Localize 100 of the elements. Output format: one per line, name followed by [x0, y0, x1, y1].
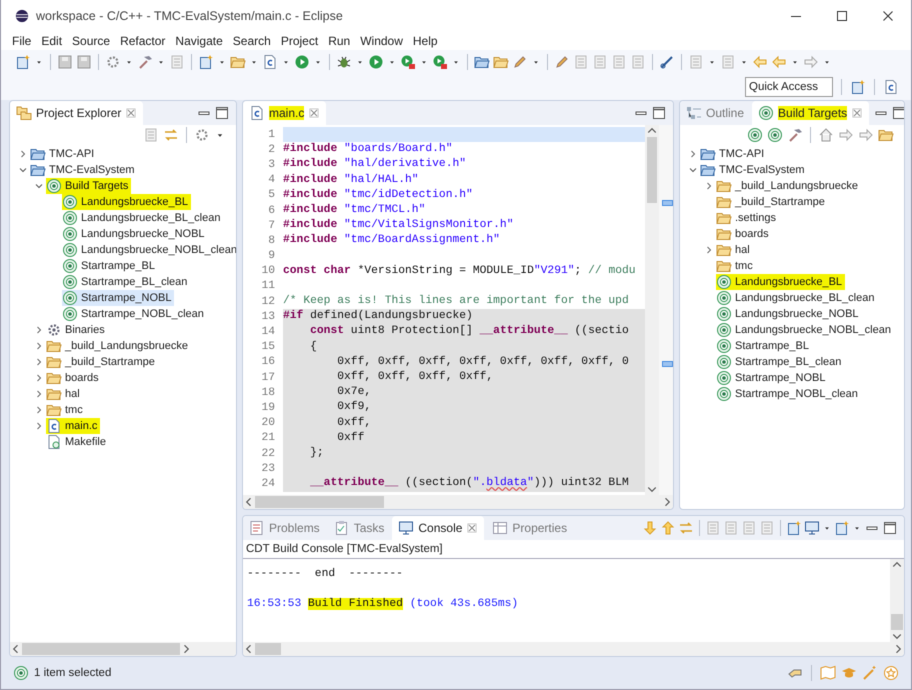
tree-item[interactable]: Landungsbruecke_BL	[62, 194, 192, 210]
new-item-icon[interactable]	[15, 54, 31, 70]
pencil-icon[interactable]	[554, 54, 570, 70]
tree-item[interactable]: Build Targets	[46, 178, 132, 194]
tree-item[interactable]: Startrampe_NOBL	[62, 290, 174, 306]
tree-item[interactable]: TMC-EvalSystem	[700, 162, 808, 178]
new-item-icon[interactable]	[834, 520, 850, 536]
tree-item[interactable]: Landungsbruecke_BL	[716, 274, 846, 290]
scrollbar-thumb[interactable]	[647, 137, 657, 203]
close-icon[interactable]	[125, 107, 138, 119]
tree-item[interactable]: Startrampe_NOBL_clean	[62, 306, 207, 322]
new-item-icon[interactable]	[850, 79, 866, 95]
tree-item[interactable]: Startrampe_BL	[62, 258, 158, 274]
maximize-icon[interactable]	[891, 105, 904, 121]
tree-item[interactable]: boards	[46, 370, 102, 386]
line-number: 20	[260, 417, 276, 430]
maximize-icon[interactable]	[882, 520, 898, 536]
tree-item[interactable]: Landungsbruecke_NOBL_clean	[716, 322, 894, 338]
close-icon[interactable]	[851, 107, 864, 119]
tree-item[interactable]: Landungsbruecke_BL_clean	[716, 290, 878, 306]
view-tab[interactable]: Build Targets	[752, 101, 870, 125]
file-icon[interactable]	[262, 54, 278, 70]
tree-item[interactable]: _build_Startrampe	[716, 194, 828, 210]
tree-item[interactable]: Landungsbruecke_NOBL	[716, 306, 862, 322]
tree-item[interactable]: Binaries	[46, 322, 108, 338]
view-tab[interactable]: Project Explorer	[10, 101, 144, 125]
view-tab[interactable]: Tasks	[328, 516, 390, 540]
target-icon[interactable]	[767, 127, 783, 143]
horizontal-scrollbar[interactable]	[243, 642, 904, 656]
tree-item[interactable]: Landungsbruecke_NOBL_clean	[62, 242, 236, 258]
new-item-icon[interactable]	[198, 54, 214, 70]
tree-item[interactable]: boards	[716, 226, 772, 242]
view-tab[interactable]: Outline	[680, 101, 750, 125]
tree-item[interactable]: .settings	[716, 210, 779, 226]
tree-item[interactable]: Makefile	[46, 434, 109, 450]
menu-item[interactable]: Source	[67, 34, 116, 48]
tree-item[interactable]: Startrampe_BL	[716, 338, 812, 354]
pencil-icon[interactable]	[512, 54, 528, 70]
editor-tab[interactable]: main.c	[243, 101, 326, 125]
menu-item[interactable]: Project	[276, 34, 324, 48]
tree-item[interactable]: Startrampe_BL_clean	[62, 274, 190, 290]
menu-item[interactable]: File	[7, 34, 36, 48]
vertical-scrollbar[interactable]	[890, 559, 904, 642]
folder-icon[interactable]	[493, 54, 509, 70]
play-icon[interactable]	[432, 54, 448, 70]
menu-item[interactable]: Help	[408, 34, 443, 48]
quick-access-field[interactable]: Quick Access	[745, 77, 833, 97]
maximize-icon[interactable]	[651, 105, 667, 121]
house-icon[interactable]	[818, 127, 834, 143]
tree-item[interactable]: Landungsbruecke_BL_clean	[62, 210, 224, 226]
link-icon[interactable]	[659, 54, 675, 70]
view-tab[interactable]: Problems	[243, 516, 326, 540]
menu-item[interactable]: Edit	[36, 34, 68, 48]
project-folder-icon[interactable]	[474, 54, 490, 70]
play-icon[interactable]	[400, 54, 416, 70]
tree-item[interactable]: TMC-API	[30, 146, 98, 162]
menu-item[interactable]: Search	[228, 34, 276, 48]
scrollbar-thumb[interactable]	[255, 643, 282, 655]
menu-item[interactable]: Run	[323, 34, 356, 48]
close-icon[interactable]	[308, 107, 320, 119]
star-icon[interactable]	[883, 665, 899, 681]
tree-item[interactable]: hal	[716, 242, 753, 258]
menu-item[interactable]: Refactor	[115, 34, 170, 48]
tree-item[interactable]: _build_Startrampe	[46, 354, 158, 370]
tree-item[interactable]: _build_Landungsbruecke	[716, 178, 861, 194]
map-icon[interactable]	[820, 665, 836, 681]
tree-item[interactable]: Landungsbruecke_NOBL	[62, 226, 208, 242]
tree-item[interactable]: Startrampe_BL_clean	[716, 354, 844, 370]
target-icon[interactable]	[747, 127, 763, 143]
new-item-icon[interactable]	[786, 520, 802, 536]
tree-item[interactable]: _build_Landungsbruecke	[46, 338, 191, 354]
bug-icon[interactable]	[336, 54, 352, 70]
tree-item[interactable]: TMC-API	[700, 146, 768, 162]
close-icon[interactable]	[466, 522, 478, 534]
scrollbar-thumb[interactable]	[22, 643, 180, 655]
tree-item[interactable]: hal	[46, 386, 83, 402]
tree-item[interactable]: TMC-EvalSystem	[30, 162, 138, 178]
hammer-icon[interactable]	[787, 127, 803, 143]
tree-item[interactable]: tmc	[716, 258, 756, 274]
folder-icon[interactable]	[878, 127, 894, 143]
tree-item[interactable]: Startrampe_NOBL_clean	[716, 386, 861, 402]
monitor-icon[interactable]	[804, 520, 820, 536]
scrollbar-thumb[interactable]	[255, 496, 384, 508]
target-icon	[716, 386, 732, 402]
target-icon	[62, 242, 78, 258]
file-icon[interactable]	[883, 79, 899, 95]
horizontal-scrollbar[interactable]	[10, 642, 236, 656]
vertical-scrollbar[interactable]	[645, 125, 659, 495]
target-icon	[716, 306, 732, 322]
menu-item[interactable]: Window	[355, 34, 408, 48]
view-tab[interactable]: Properties	[486, 516, 574, 540]
tree-item[interactable]: Startrampe_NOBL	[716, 370, 828, 386]
maximize-icon[interactable]	[214, 105, 230, 121]
tree-item[interactable]: main.c	[46, 418, 100, 434]
menu-item[interactable]: Navigate	[170, 34, 228, 48]
view-tab[interactable]: Console	[392, 516, 484, 540]
scrollbar-thumb[interactable]	[891, 614, 903, 630]
horizontal-scrollbar[interactable]	[243, 495, 673, 509]
tree-item[interactable]: tmc	[46, 402, 86, 418]
folder-icon	[716, 226, 732, 242]
